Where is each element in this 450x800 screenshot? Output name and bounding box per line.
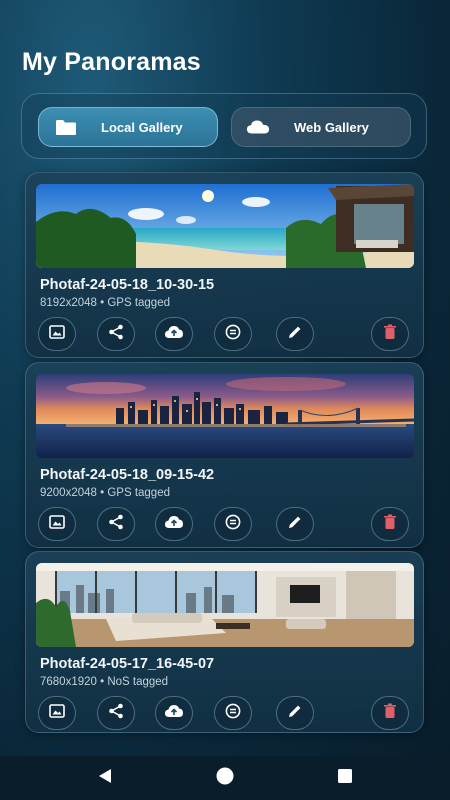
view-image-button[interactable] (38, 317, 76, 351)
tab-local-gallery[interactable]: Local Gallery (38, 107, 218, 147)
tab-web-gallery-label: Web Gallery (294, 119, 369, 135)
delete-icon (383, 703, 397, 724)
view-image-button[interactable] (38, 696, 76, 730)
home-icon (216, 767, 234, 790)
upload-button[interactable] (155, 507, 193, 541)
panorama-thumbnail-living-room[interactable] (36, 563, 414, 647)
panorama-card[interactable]: Photaf-24-05-17_16-45-07 7680x1920 • NoS… (25, 551, 424, 733)
equal-circle-icon (225, 324, 241, 345)
equal-circle-icon (225, 703, 241, 724)
page-title: My Panoramas (22, 48, 201, 76)
panorama-meta: 8192x2048 • GPS tagged (40, 297, 170, 309)
panorama-card[interactable]: Photaf-24-05-18_10-30-15 8192x2048 • GPS… (25, 172, 424, 358)
cloud-upload-icon (164, 325, 184, 344)
cloud-upload-icon (164, 704, 184, 723)
upload-button[interactable] (155, 696, 193, 730)
back-button[interactable] (95, 768, 115, 788)
share-icon (108, 703, 124, 724)
equal-circle-icon (225, 514, 241, 535)
system-navigation-bar (0, 756, 450, 800)
panorama-meta: 9200x2048 • GPS tagged (40, 487, 170, 499)
details-button[interactable] (214, 507, 252, 541)
tab-local-gallery-label: Local Gallery (101, 119, 183, 135)
share-button[interactable] (97, 317, 135, 351)
panorama-name: Photaf-24-05-17_16-45-07 (40, 656, 215, 672)
card-actions (38, 317, 413, 353)
edit-button[interactable] (276, 317, 314, 351)
edit-button[interactable] (276, 507, 314, 541)
recents-button[interactable] (335, 768, 355, 788)
delete-button[interactable] (371, 317, 409, 351)
panorama-name: Photaf-24-05-18_09-15-42 (40, 467, 215, 483)
share-icon (108, 514, 124, 535)
delete-icon (383, 324, 397, 345)
edit-icon (287, 324, 303, 345)
card-actions (38, 696, 413, 732)
image-icon (49, 324, 65, 344)
details-button[interactable] (214, 696, 252, 730)
recents-icon (337, 768, 353, 789)
edit-button[interactable] (276, 696, 314, 730)
back-icon (97, 768, 113, 789)
panorama-thumbnail-beach[interactable] (36, 184, 414, 268)
panorama-card[interactable]: Photaf-24-05-18_09-15-42 9200x2048 • GPS… (25, 362, 424, 548)
cloud-icon (246, 118, 270, 136)
upload-button[interactable] (155, 317, 193, 351)
share-button[interactable] (97, 507, 135, 541)
edit-icon (287, 703, 303, 724)
panorama-meta: 7680x1920 • NoS tagged (40, 676, 169, 688)
share-button[interactable] (97, 696, 135, 730)
image-icon (49, 703, 65, 723)
delete-button[interactable] (371, 696, 409, 730)
delete-icon (383, 514, 397, 535)
gallery-tabs: Local Gallery Web Gallery (21, 93, 427, 159)
panorama-thumbnail-city[interactable] (36, 374, 414, 458)
panorama-name: Photaf-24-05-18_10-30-15 (40, 277, 215, 293)
details-button[interactable] (214, 317, 252, 351)
cloud-upload-icon (164, 515, 184, 534)
image-icon (49, 514, 65, 534)
edit-icon (287, 514, 303, 535)
home-button[interactable] (215, 767, 235, 790)
tab-web-gallery[interactable]: Web Gallery (231, 107, 411, 147)
delete-button[interactable] (371, 507, 409, 541)
view-image-button[interactable] (38, 507, 76, 541)
folder-icon (55, 118, 79, 136)
share-icon (108, 324, 124, 345)
card-actions (38, 507, 413, 543)
